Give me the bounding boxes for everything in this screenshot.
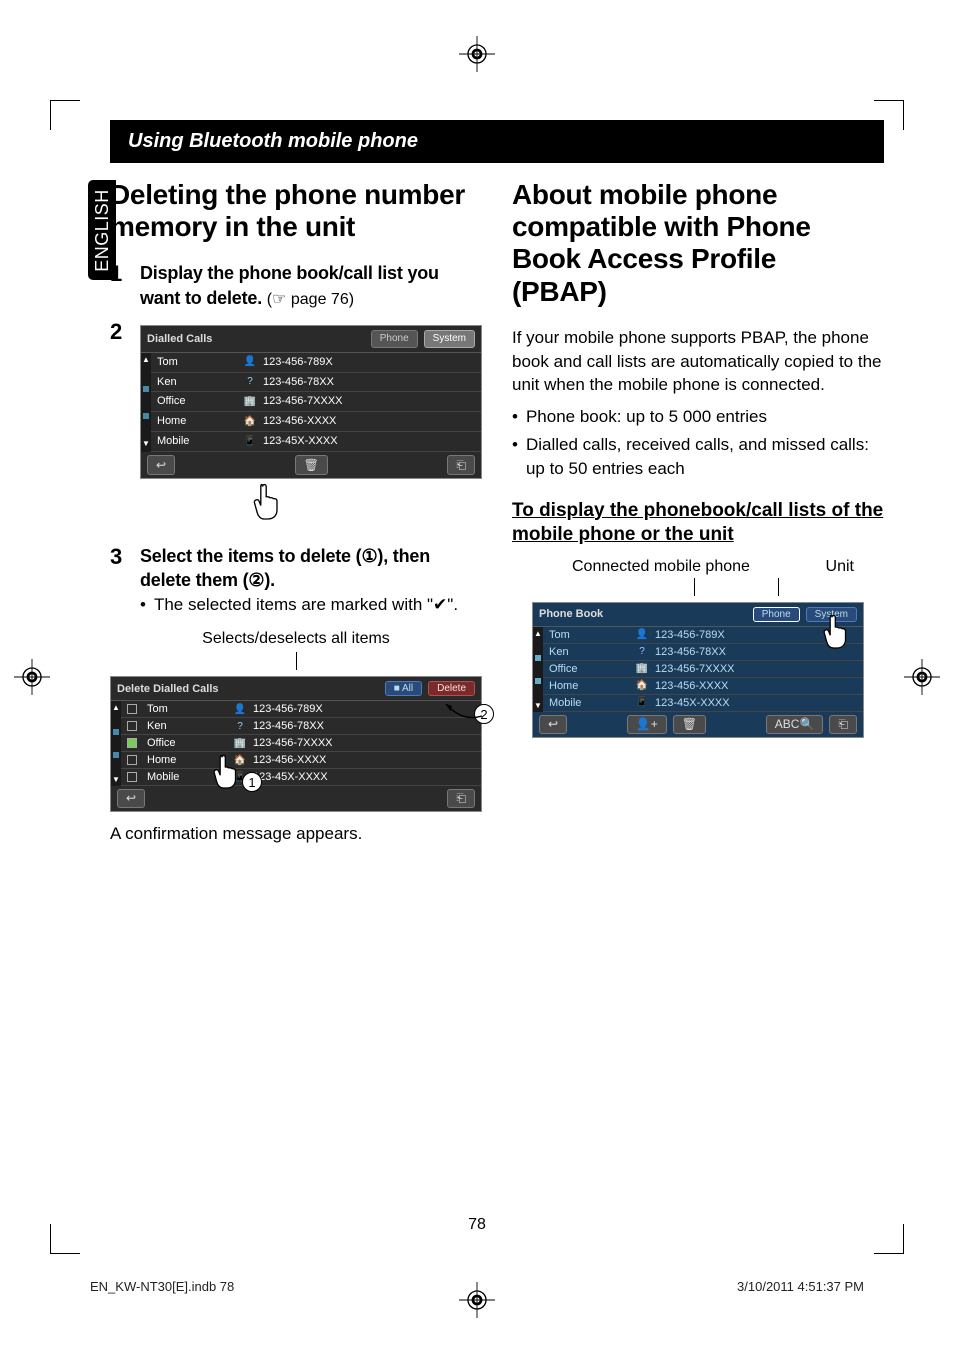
list-item[interactable]: Tom👤123-456-789X	[151, 353, 481, 373]
tab-phone[interactable]: Phone	[371, 330, 418, 348]
list-item[interactable]: Mobile📱123-45X-XXXX	[151, 432, 481, 452]
heading-pbap: About mobile phone compatible with Phone…	[512, 179, 876, 308]
contact-icon: 👤	[243, 355, 257, 369]
callout-arrow	[442, 696, 482, 726]
office-icon: 🏢	[243, 395, 257, 409]
office-icon: 🏢	[233, 738, 247, 749]
footer-timestamp: 3/10/2011 4:51:37 PM	[737, 1279, 864, 1294]
leader-line	[778, 578, 779, 596]
tab-system[interactable]: System	[424, 330, 475, 348]
language-label: ENGLISH	[92, 189, 113, 272]
phone-book-screenshot: Phone Book Phone System ▲ ▼ Tom👤123-456-…	[532, 602, 864, 738]
label-unit: Unit	[826, 558, 854, 576]
list-item[interactable]: Office🏢123-456-7XXXX	[543, 661, 863, 678]
contact-icon: 👤	[635, 629, 649, 640]
mobile-icon: 📱	[243, 435, 257, 449]
pbap-paragraph: If your mobile phone supports PBAP, the …	[512, 326, 884, 397]
list-item[interactable]: Mobile📱123-45X-XXXX	[543, 695, 863, 712]
crop-mark	[874, 100, 904, 130]
delete-dialled-calls-screenshot: Delete Dialled Calls ■ All Delete ▲ ▼ To…	[110, 676, 482, 812]
section-banner: Using Bluetooth mobile phone	[110, 120, 884, 163]
list-item[interactable]: Tom👤123-456-789X	[543, 627, 863, 644]
registration-mark-icon	[459, 36, 495, 72]
unknown-icon: ?	[243, 375, 257, 389]
contact-icon: 👤	[233, 704, 247, 715]
list-item[interactable]: Home🏠123-456-XXXX	[151, 412, 481, 432]
list-item[interactable]: Office🏢123-456-7XXXX	[121, 735, 481, 752]
list-item[interactable]: Ken?123-456-78XX	[543, 644, 863, 661]
ui-title: Delete Dialled Calls	[117, 683, 379, 695]
home-button[interactable]: ⎗	[447, 789, 475, 808]
step3-text: Select the items to delete (①), then del…	[140, 544, 482, 593]
unknown-icon: ?	[635, 646, 649, 657]
list-item[interactable]: Tom👤123-456-789X	[121, 701, 481, 718]
leader-line	[296, 652, 297, 670]
page-number: 78	[468, 1216, 486, 1234]
list-item[interactable]: Office🏢123-456-7XXXX	[151, 392, 481, 412]
dialled-calls-screenshot: Dialled Calls Phone System ▲ ▼ Tom👤123-4…	[140, 325, 482, 479]
registration-mark-icon	[904, 659, 940, 695]
list-item[interactable]: Mobile📱123-45X-XXXX	[121, 769, 481, 786]
hand-cursor-icon	[820, 612, 854, 650]
registration-mark-icon	[14, 659, 50, 695]
bullet-calls: Dialled calls, received calls, and misse…	[526, 433, 884, 481]
add-contact-button[interactable]: 👤+	[627, 715, 667, 734]
label-connected-phone: Connected mobile phone	[572, 558, 750, 576]
abc-search-button[interactable]: ABC🔍	[766, 715, 824, 734]
home-icon: 🏠	[243, 415, 257, 429]
delete-trash-button[interactable]: 🗑	[295, 455, 328, 475]
list-item[interactable]: Home🏠123-456-XXXX	[543, 678, 863, 695]
crop-mark	[874, 1224, 904, 1254]
scroll-indicator[interactable]: ▲ ▼	[111, 701, 121, 786]
scroll-indicator[interactable]: ▲ ▼	[141, 353, 151, 452]
step-number: 2	[110, 319, 130, 536]
delete-trash-button[interactable]: 🗑	[673, 715, 706, 734]
checkbox[interactable]	[127, 704, 137, 714]
unknown-icon: ?	[233, 721, 247, 732]
heading-delete: Deleting the phone number memory in the …	[110, 179, 474, 243]
step1-ref: (☞ page 76)	[267, 291, 354, 308]
back-button[interactable]: ↩	[147, 455, 175, 475]
hand-cursor-icon	[250, 481, 286, 521]
language-tab: ENGLISH	[88, 180, 116, 280]
registration-mark-icon	[459, 1282, 495, 1318]
step3-bullet: The selected items are marked with "✔".	[154, 593, 458, 617]
crop-mark	[50, 1224, 80, 1254]
bullet-phonebook: Phone book: up to 5 000 entries	[526, 405, 767, 429]
ui-title: Phone Book	[539, 608, 747, 620]
list-item[interactable]: Ken?123-456-78XX	[121, 718, 481, 735]
home-button[interactable]: ⎗	[447, 455, 475, 475]
home-icon: 🏠	[635, 680, 649, 691]
delete-button[interactable]: Delete	[428, 681, 475, 696]
checkbox[interactable]	[127, 755, 137, 765]
back-button[interactable]: ↩	[539, 715, 567, 734]
ui-title: Dialled Calls	[147, 332, 365, 347]
checkbox[interactable]	[127, 772, 137, 782]
subhead-display: To display the phonebook/call lists of t…	[512, 499, 884, 548]
tab-phone[interactable]: Phone	[753, 607, 800, 622]
list-item[interactable]: Ken?123-456-78XX	[151, 373, 481, 393]
back-button[interactable]: ↩	[117, 789, 145, 808]
caption-selects-all: Selects/deselects all items	[110, 630, 482, 648]
checkbox[interactable]	[127, 721, 137, 731]
scroll-indicator[interactable]: ▲ ▼	[533, 627, 543, 712]
crop-mark	[50, 100, 80, 130]
checkbox-checked[interactable]	[127, 738, 137, 748]
footer-filename: EN_KW-NT30[E].indb 78	[90, 1279, 234, 1294]
hand-cursor-icon	[210, 752, 244, 790]
all-button[interactable]: ■ All	[385, 681, 422, 696]
confirmation-text: A confirmation message appears.	[110, 822, 482, 846]
step-number: 3	[110, 544, 130, 620]
leader-line	[694, 578, 695, 596]
list-item[interactable]: Home🏠123-456-XXXX	[121, 752, 481, 769]
home-button[interactable]: ⎗	[829, 715, 857, 734]
mobile-icon: 📱	[635, 697, 649, 708]
office-icon: 🏢	[635, 663, 649, 674]
